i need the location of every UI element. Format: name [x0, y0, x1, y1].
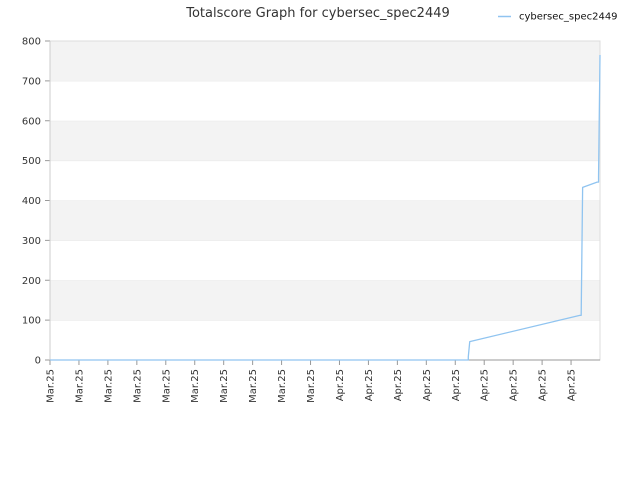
- x-tick-label: Mar.25: [74, 369, 85, 403]
- grid-band: [50, 320, 600, 360]
- grid-band: [50, 41, 600, 81]
- x-tick-label: Mar.25: [161, 369, 172, 403]
- grid-bands: [50, 40, 600, 360]
- x-tick-label: Mar.25: [132, 369, 143, 403]
- y-tick-label: 0: [35, 356, 41, 367]
- x-tick-label: Mar.25: [219, 369, 230, 403]
- x-tick-label: Apr.25: [364, 369, 375, 401]
- legend: cybersec_spec2449: [498, 12, 618, 23]
- chart-title: Totalscore Graph for cybersec_spec2449: [185, 6, 450, 21]
- x-tick-label: Mar.25: [103, 369, 114, 403]
- x-tick-label: Mar.25: [248, 369, 259, 403]
- y-tick-label: 600: [22, 116, 41, 127]
- y-tick-label: 800: [22, 37, 41, 48]
- x-tick-label: Apr.25: [422, 369, 433, 401]
- y-tick-label: 300: [22, 236, 41, 247]
- x-tick-label: Mar.25: [277, 369, 288, 403]
- y-tick-label: 200: [22, 276, 41, 287]
- x-tick-label: Apr.25: [335, 369, 346, 401]
- grid-band: [50, 240, 600, 281]
- chart: 0100200300400500600700800 Mar.25 Mar.25 Ma…: [22, 6, 618, 403]
- y-axis: 0 100 200 300 400 500 600 700 800: [22, 37, 51, 367]
- grid-band: [50, 160, 600, 201]
- x-tick-label: Mar.25: [46, 369, 57, 403]
- x-tick-label: Apr.25: [393, 369, 404, 401]
- x-tick-label: Apr.25: [451, 369, 462, 401]
- x-tick-label: Mar.25: [190, 369, 201, 403]
- grid-band: [50, 200, 600, 241]
- x-tick-label: Apr.25: [509, 369, 520, 401]
- grid-band: [50, 120, 600, 161]
- x-axis: Mar.25 Mar.25 Mar.25 Mar.25 Mar.25 Mar.25 Mar.…: [46, 359, 600, 403]
- legend-label: cybersec_spec2449: [519, 12, 618, 23]
- grid-band: [50, 80, 600, 121]
- y-tick-label: 700: [22, 76, 41, 87]
- y-tick-label: 100: [22, 316, 41, 327]
- y-tick-label: 400: [22, 196, 41, 207]
- x-tick-label: Apr.25: [480, 369, 491, 401]
- x-tick-label: Mar.25: [306, 369, 317, 403]
- x-tick-label: Apr.25: [538, 369, 549, 401]
- grid-band: [50, 280, 600, 321]
- x-tick-label: Apr.25: [567, 369, 578, 401]
- y-tick-label: 500: [22, 156, 41, 167]
